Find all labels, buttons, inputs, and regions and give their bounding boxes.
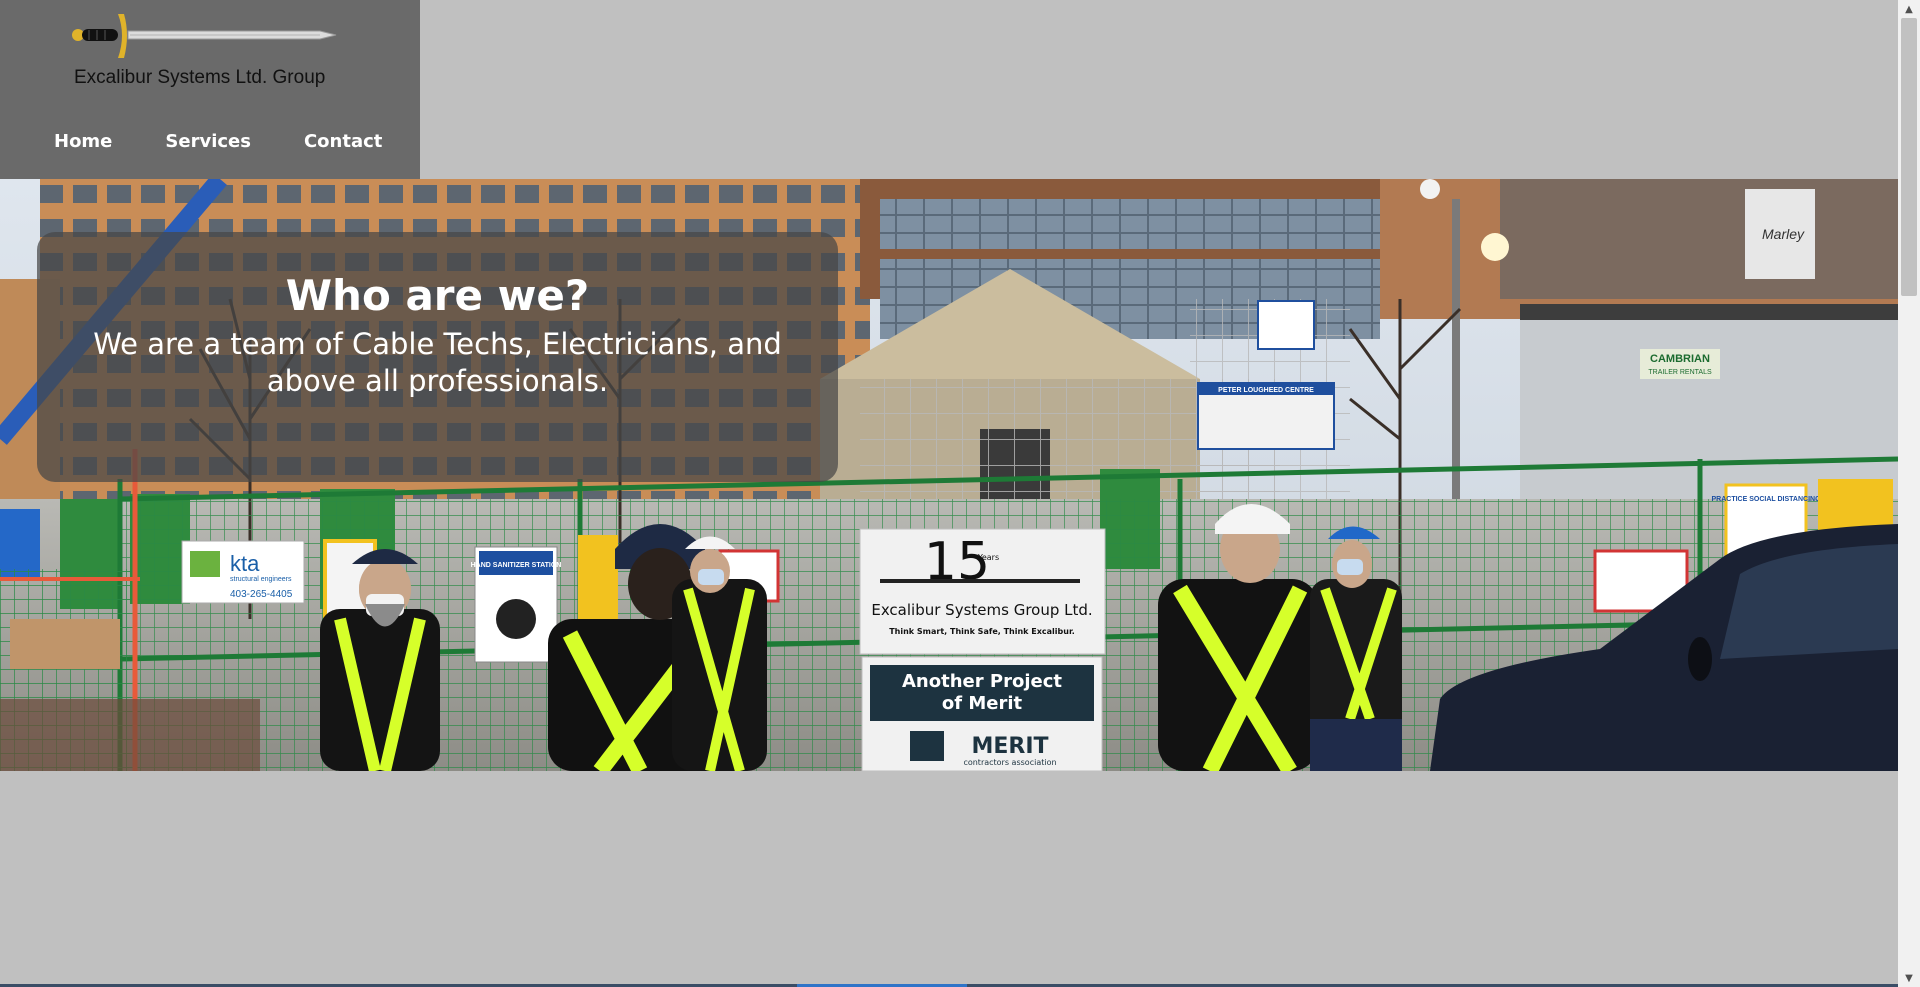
kta-sign-text: kta (230, 551, 260, 576)
cambrian-sub-text: TRAILER RENTALS (1648, 369, 1712, 376)
scroll-down-icon[interactable]: ▼ (1898, 969, 1920, 987)
brand-name: Excalibur Systems Ltd. Group (74, 67, 326, 88)
merit-sub-text: contractors association (963, 758, 1056, 767)
site-header: Excalibur Systems Ltd. Group Home Servic… (0, 0, 420, 179)
hero-section: Marley PETER LOUGHEED CENTRE CAMBRIAN TR… (0, 179, 1898, 771)
excalibur-sign-tagline: Think Smart, Think Safe, Think Excalibur… (889, 627, 1075, 636)
merit-brand-text: MERIT (971, 734, 1048, 759)
kta-sub-text: structural engineers (230, 576, 292, 583)
sanitizer-title-text: HAND SANITIZER STATION (471, 562, 562, 569)
vertical-scrollbar[interactable]: ▲ ▼ (1898, 0, 1920, 987)
hero-heading: Who are we? (285, 271, 590, 320)
sword-icon (72, 14, 337, 58)
scroll-up-icon[interactable]: ▲ (1898, 0, 1920, 18)
marley-sign-text: Marley (1762, 226, 1805, 242)
main-nav: Home Services Contact (54, 131, 382, 152)
nav-contact[interactable]: Contact (304, 131, 382, 152)
kta-phone-text: 403-265-4405 (230, 589, 293, 600)
nav-services[interactable]: Services (165, 131, 251, 152)
nav-home[interactable]: Home (54, 131, 112, 152)
distancing-sign-text: PRACTICE SOCIAL DISTANCING (1711, 496, 1821, 503)
merit-line1-text: Another Project (902, 671, 1062, 692)
excalibur-sign-name: Excalibur Systems Group Ltd. (871, 601, 1092, 619)
scroll-thumb[interactable] (1901, 18, 1917, 296)
hero-text: We are a team of Cable Techs, Electricia… (93, 327, 782, 398)
centre-sign-text: PETER LOUGHEED CENTRE (1218, 387, 1314, 394)
merit-line2-text: of Merit (942, 693, 1023, 714)
cambrian-sign-text: CAMBRIAN (1650, 353, 1710, 365)
excalibur-years-word: Years (977, 553, 999, 562)
page: Excalibur Systems Ltd. Group Home Servic… (0, 0, 1920, 987)
